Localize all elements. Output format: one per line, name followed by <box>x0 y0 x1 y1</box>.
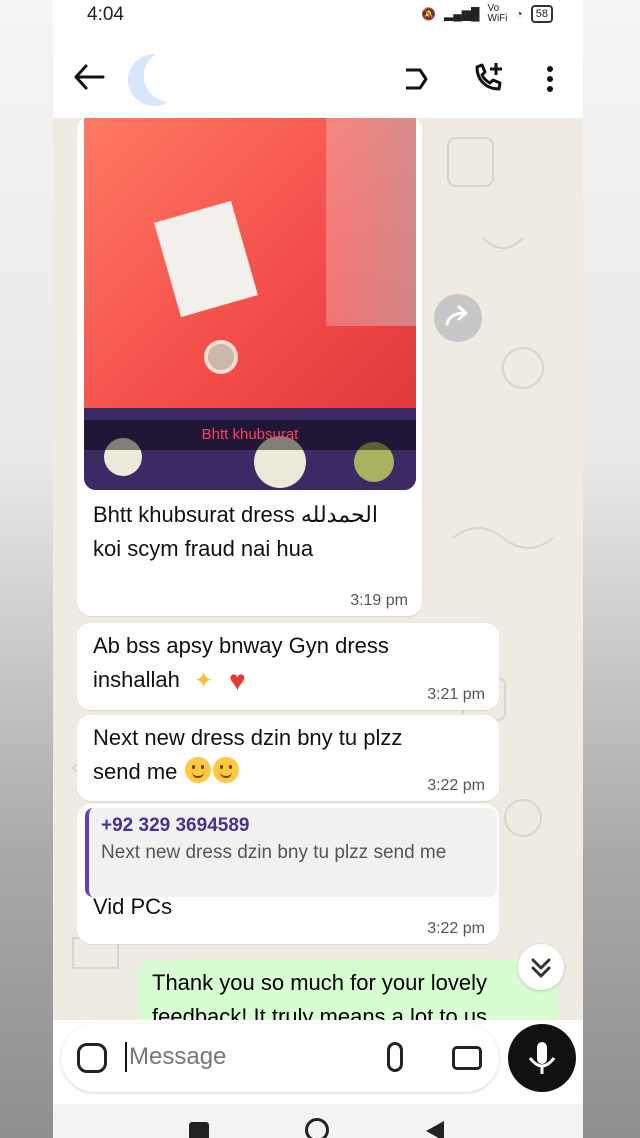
dress-tag <box>154 200 258 318</box>
smile-emoji <box>185 757 211 783</box>
video-call-icon[interactable] <box>401 66 433 92</box>
image-message-text: Bhtt khubsurat dress الحمدلله koi scym f… <box>93 502 378 561</box>
paperclip-icon[interactable] <box>387 1042 403 1072</box>
reply-text: Vid PCs <box>93 894 173 919</box>
message-bubble-1[interactable]: Ab bss apsy bnway Gyn dress inshallah ✦ … <box>77 623 499 710</box>
dress-button <box>204 340 238 374</box>
mute-icon: 🔕 <box>421 7 437 21</box>
contact-avatar[interactable] <box>128 54 180 106</box>
recent-apps-icon[interactable] <box>189 1122 209 1138</box>
more-vertical-icon[interactable] <box>546 66 554 92</box>
message-time: 3:22 pm <box>427 920 485 937</box>
smile-emojis <box>183 757 239 783</box>
back-nav-icon[interactable] <box>426 1121 444 1138</box>
smile-emoji <box>213 757 239 783</box>
reply-message-bubble[interactable]: +92 329 3694589 Next new dress dzin bny … <box>77 804 499 944</box>
quoted-message[interactable]: +92 329 3694589 Next new dress dzin bny … <box>85 808 497 897</box>
image-message-bubble[interactable]: Bhtt khubsurat Bhtt khubsurat dress الحم… <box>77 118 422 616</box>
home-icon[interactable] <box>305 1118 329 1138</box>
message-text: Next new dress dzin bny tu plzz send me <box>93 725 403 784</box>
outgoing-message-preview[interactable]: Thank you so much for your lovely feedba… <box>138 960 558 1020</box>
microphone-icon <box>528 1042 556 1074</box>
status-time: 4:04 <box>87 4 124 25</box>
back-arrow-icon[interactable] <box>73 62 105 92</box>
chat-header <box>53 32 583 118</box>
message-text: Ab bss apsy bnway Gyn dress inshallah <box>93 633 389 692</box>
photo-plastic-sheen <box>326 118 416 326</box>
double-chevron-down-icon <box>531 958 551 978</box>
message-bubble-2[interactable]: Next new dress dzin bny tu plzz send me … <box>77 715 499 801</box>
wifi-icon: ◔ <box>515 7 523 21</box>
chat-area[interactable]: Bhtt khubsurat Bhtt khubsurat dress الحم… <box>53 118 583 1020</box>
outgoing-text: Thank you so much for your lovely feedba… <box>152 970 488 1020</box>
android-navigation-bar <box>53 1104 583 1138</box>
dress-photo[interactable]: Bhtt khubsurat <box>84 118 416 490</box>
message-composer: Message <box>53 1020 583 1104</box>
heart-emoji: ♥ <box>229 665 246 696</box>
camera-icon[interactable] <box>452 1046 482 1070</box>
sparkles-emoji: ✦ <box>194 667 214 693</box>
message-time: 3:22 pm <box>427 777 485 794</box>
status-icons: 🔕 ▂▄▆█ Vo WiFi ◔ 58 <box>421 4 553 24</box>
message-time: 3:19 pm <box>350 592 408 609</box>
signal-icon: ▂▄▆█ <box>444 7 480 21</box>
battery-indicator: 58 <box>530 5 553 23</box>
status-bar: 4:04 🔕 ▂▄▆█ Vo WiFi ◔ 58 <box>53 0 583 32</box>
phone-screen: 4:04 🔕 ▂▄▆█ Vo WiFi ◔ 58 Bhtt khubsurat … <box>53 0 583 1138</box>
mic-button[interactable] <box>508 1024 576 1092</box>
call-add-icon[interactable] <box>471 60 507 96</box>
sticker-icon[interactable] <box>77 1043 107 1073</box>
message-placeholder: Message <box>125 1042 226 1072</box>
message-time: 3:21 pm <box>427 686 485 703</box>
quoted-sender: +92 329 3694589 <box>101 815 250 836</box>
message-input[interactable]: Message <box>61 1024 499 1092</box>
quoted-text: Next new dress dzin bny tu plzz send me <box>101 842 447 863</box>
scroll-down-button[interactable] <box>518 944 564 990</box>
image-caption-overlay: Bhtt khubsurat <box>84 420 416 450</box>
forward-button[interactable] <box>434 294 482 342</box>
forward-arrow-icon <box>445 305 468 326</box>
vowifi-label: Vo WiFi <box>487 3 508 24</box>
